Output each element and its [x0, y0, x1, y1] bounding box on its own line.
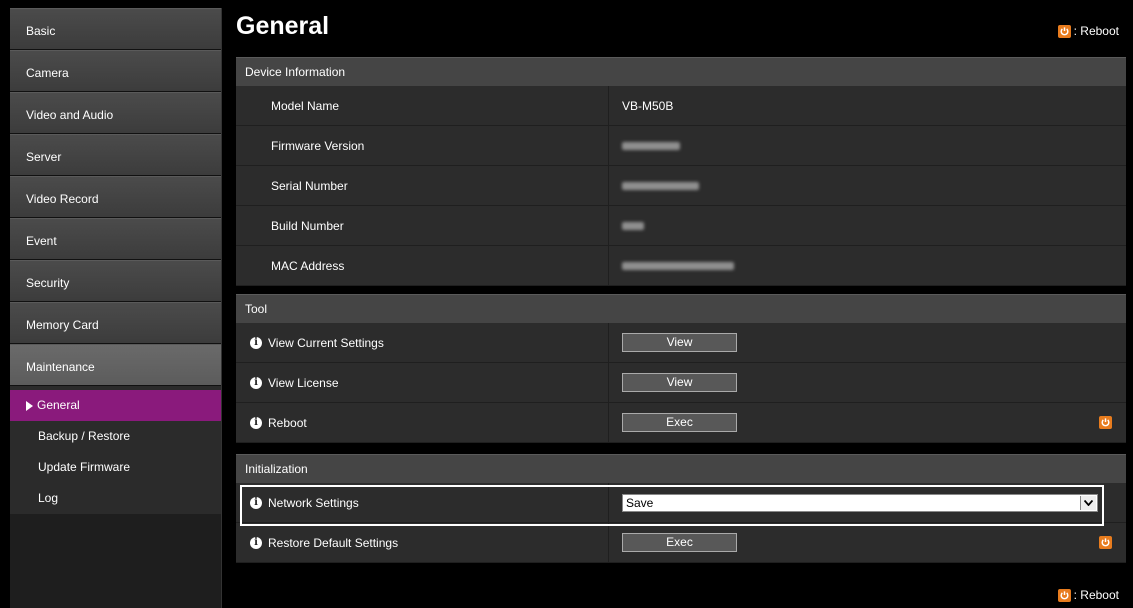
row-label: View License	[268, 375, 339, 390]
info-row-serial-number: Serial Number	[236, 166, 1126, 206]
info-row-build-number: Build Number	[236, 206, 1126, 246]
row-value: Exec	[608, 523, 1126, 562]
info-row-mac-address: MAC Address	[236, 246, 1126, 286]
info-row-firmware-version: Firmware Version	[236, 126, 1126, 166]
power-icon	[1099, 416, 1112, 429]
info-icon[interactable]: i	[250, 496, 262, 509]
row-value: VB-M50B	[608, 86, 1126, 125]
power-icon	[1099, 536, 1112, 549]
sidebar-subitem-update-firmware[interactable]: Update Firmware	[10, 452, 221, 483]
row-label: Network Settings	[268, 495, 359, 510]
row-label: Build Number	[271, 218, 344, 233]
row-label: Reboot	[268, 415, 307, 430]
row-value-redacted	[608, 166, 1126, 205]
info-icon[interactable]: i	[250, 376, 262, 389]
row-value-redacted	[608, 126, 1126, 165]
reboot-exec-button[interactable]: Exec	[622, 413, 737, 432]
row-label: Model Name	[271, 98, 340, 113]
info-icon[interactable]: i	[250, 336, 262, 349]
row-label-wrap: i View Current Settings	[236, 336, 608, 350]
reboot-link-top[interactable]: : Reboot	[1057, 24, 1119, 38]
sidebar-item-maintenance[interactable]: Maintenance	[10, 344, 221, 386]
restore-default-exec-button[interactable]: Exec	[622, 533, 737, 552]
row-label: View Current Settings	[268, 335, 384, 350]
triangle-right-icon	[26, 400, 33, 411]
power-icon	[1057, 24, 1071, 38]
section-heading: Device Information	[236, 57, 1126, 86]
view-current-settings-button[interactable]: View	[622, 333, 737, 352]
sidebar-item-basic[interactable]: Basic	[10, 8, 221, 50]
tool-row-view-license: i View License View	[236, 363, 1126, 403]
row-label: MAC Address	[271, 258, 345, 273]
sidebar: Basic Camera Video and Audio Server Vide…	[10, 8, 222, 608]
redacted-text	[622, 141, 680, 150]
section-heading: Tool	[236, 294, 1126, 323]
row-value: View	[608, 363, 1126, 402]
chevron-down-icon[interactable]	[1080, 495, 1096, 510]
select-value: Save	[626, 495, 654, 510]
network-settings-select[interactable]: Save	[622, 493, 1098, 512]
row-value: View	[608, 323, 1126, 362]
sidebar-item-event[interactable]: Event	[10, 218, 221, 260]
sidebar-item-video-record[interactable]: Video Record	[10, 176, 221, 218]
row-label-wrap: i Reboot	[236, 416, 608, 430]
sidebar-subitem-log[interactable]: Log	[10, 483, 221, 514]
row-value: Save	[608, 483, 1126, 522]
row-value: Exec	[608, 403, 1126, 442]
info-row-model-name: Model Name VB-M50B	[236, 86, 1126, 126]
reboot-label: : Reboot	[1073, 588, 1119, 602]
tool-row-reboot: i Reboot Exec	[236, 403, 1126, 443]
sidebar-subitem-backup-restore[interactable]: Backup / Restore	[10, 421, 221, 452]
section-heading: Initialization	[236, 454, 1126, 483]
device-information-section: Device Information Model Name VB-M50B Fi…	[236, 57, 1126, 286]
info-icon[interactable]: i	[250, 416, 262, 429]
row-label-wrap: i Network Settings	[236, 496, 608, 510]
power-icon	[1057, 588, 1071, 602]
initialization-section: Initialization i Network Settings Save iR…	[236, 454, 1126, 563]
reboot-label: : Reboot	[1073, 24, 1119, 38]
redacted-text	[622, 181, 699, 190]
redacted-text	[622, 221, 644, 230]
row-value-redacted	[608, 206, 1126, 245]
view-license-button[interactable]: View	[622, 373, 737, 392]
sidebar-subitem-general[interactable]: General	[10, 390, 221, 421]
sidebar-subitem-label: General	[37, 398, 80, 412]
row-label-wrap: i Restore Default Settings	[236, 536, 608, 550]
init-row-network-settings: i Network Settings Save	[236, 483, 1126, 523]
redacted-text	[622, 261, 734, 270]
sidebar-item-server[interactable]: Server	[10, 134, 221, 176]
row-value-redacted	[608, 246, 1126, 285]
sidebar-item-memory-card[interactable]: Memory Card	[10, 302, 221, 344]
info-icon[interactable]: i	[250, 536, 262, 549]
row-label: Restore Default Settings	[268, 535, 399, 550]
sidebar-item-video-and-audio[interactable]: Video and Audio	[10, 92, 221, 134]
sidebar-submenu: General Backup / Restore Update Firmware…	[10, 386, 221, 514]
row-label: Serial Number	[271, 178, 348, 193]
row-label: Firmware Version	[271, 138, 365, 153]
sidebar-item-security[interactable]: Security	[10, 260, 221, 302]
tool-section: Tool i View Current Settings View i View L…	[236, 294, 1126, 443]
sidebar-item-camera[interactable]: Camera	[10, 50, 221, 92]
row-label-wrap: i View License	[236, 376, 608, 390]
reboot-link-bottom[interactable]: : Reboot	[1057, 588, 1119, 602]
tool-row-view-current-settings: i View Current Settings View	[236, 323, 1126, 363]
page-title: General	[236, 12, 330, 40]
init-row-restore-default-settings: i Restore Default Settings Exec	[236, 523, 1126, 563]
